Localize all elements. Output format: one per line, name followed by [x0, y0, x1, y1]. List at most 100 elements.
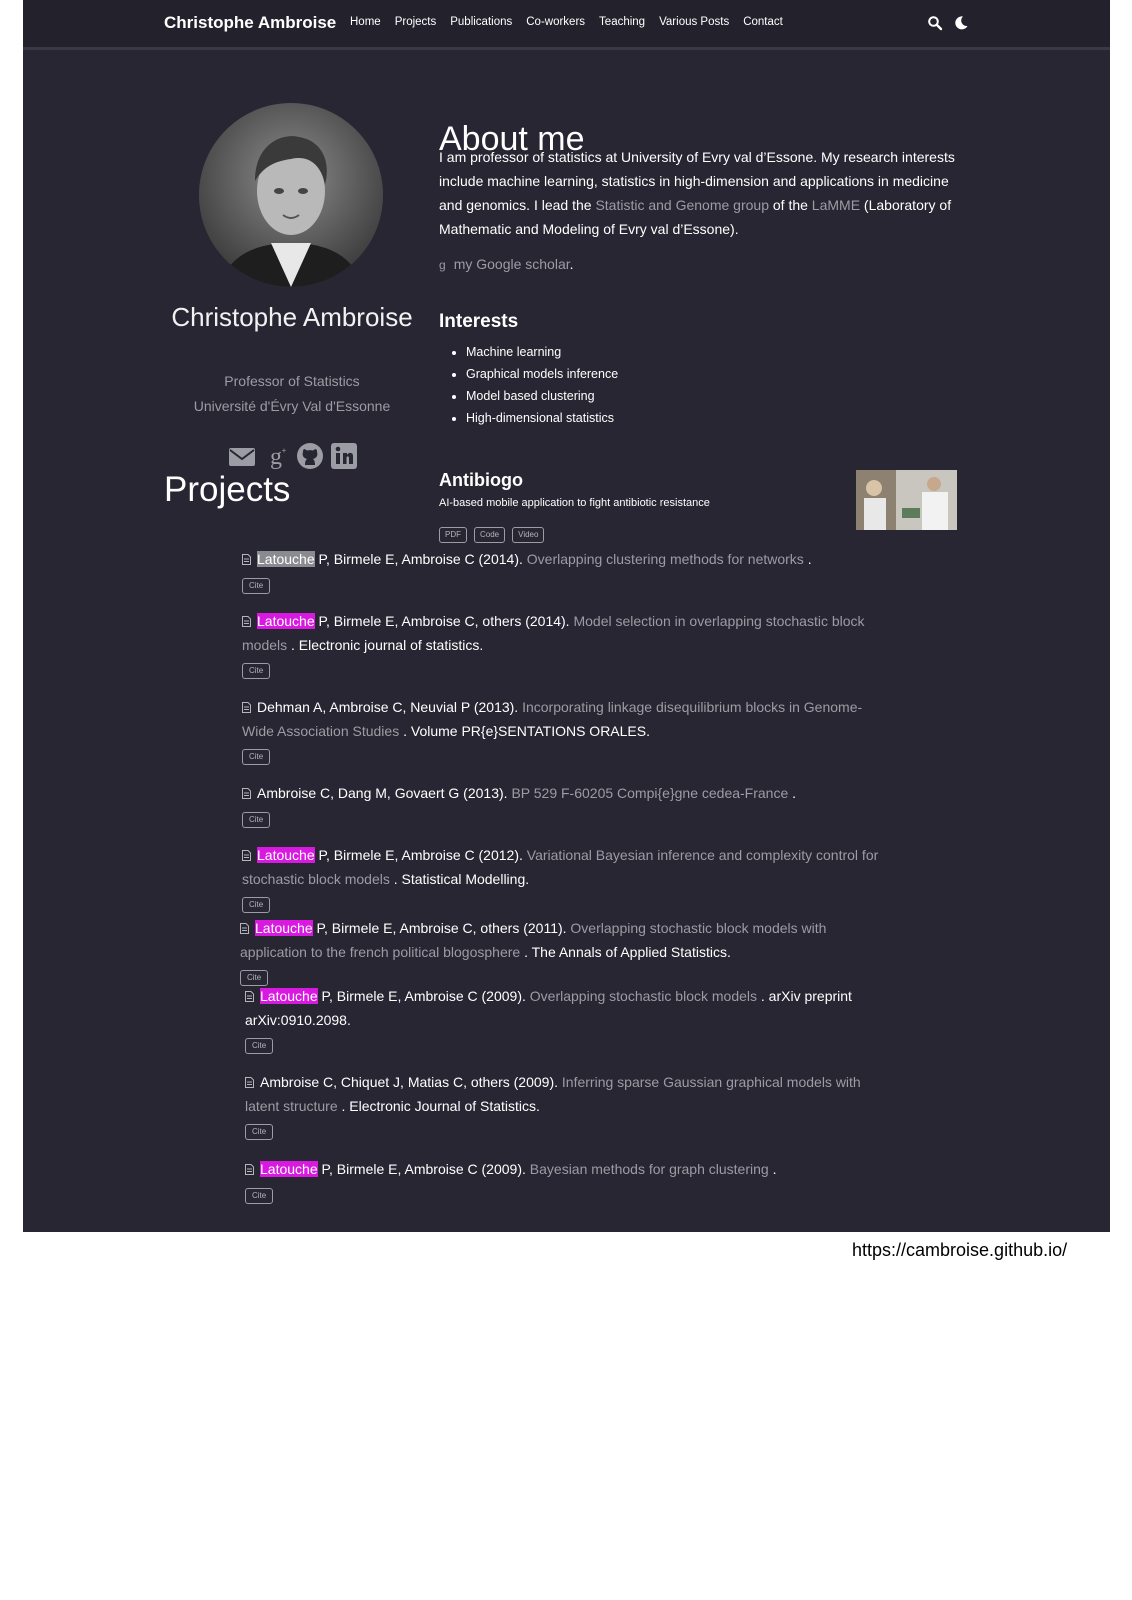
publication-venue: . Statistical Modelling. — [389, 870, 530, 887]
project-buttons: PDF Code Video — [439, 527, 545, 543]
document-icon — [245, 1077, 254, 1088]
nav-links: Home Projects Publications Co-workers Te… — [350, 16, 783, 28]
search-icon[interactable] — [927, 15, 943, 31]
cite-button[interactable]: Cite — [245, 1038, 274, 1054]
document-icon — [245, 991, 254, 1002]
project-thumbnail[interactable] — [856, 470, 957, 530]
cite-button[interactable]: Cite — [242, 897, 271, 913]
avatar — [199, 103, 383, 287]
document-icon — [242, 788, 251, 799]
publication-authors: P, Birmele E, Ambroise C, others (2011). — [312, 920, 571, 936]
pdf-button[interactable]: PDF — [439, 527, 467, 543]
google-scholar-icon[interactable]: g + — [262, 442, 290, 470]
nav-projects[interactable]: Projects — [395, 16, 437, 28]
project-description: AI-based mobile application to fight ant… — [439, 497, 710, 509]
publication-item: Latouche P, Birmele E, Ambroise C (2009)… — [245, 1158, 885, 1205]
statistic-genome-group-link[interactable]: Statistic and Genome group — [595, 197, 769, 213]
publication-venue: . Electronic Journal of Statistics. — [337, 1097, 540, 1114]
moon-icon[interactable] — [953, 15, 969, 31]
publication-authors: P, Birmele E, Ambroise C (2012). — [314, 847, 527, 863]
cite-button[interactable]: Cite — [245, 1124, 274, 1140]
document-icon — [242, 554, 251, 565]
lamme-link[interactable]: LaMME — [812, 197, 860, 213]
github-icon[interactable] — [296, 442, 324, 470]
author-highlight[interactable]: Latouche — [255, 920, 313, 936]
nav-home[interactable]: Home — [350, 16, 381, 28]
code-button[interactable]: Code — [474, 527, 506, 543]
publication-item: Latouche P, Birmele E, Ambroise C, other… — [240, 917, 880, 988]
publication-venue: . The Annals of Applied Statistics. — [520, 943, 731, 960]
document-icon — [245, 1164, 254, 1175]
publication-authors: Ambroise C, Dang M, Govaert G (2013). — [257, 785, 512, 801]
interest-item: High-dimensional statistics — [466, 407, 618, 429]
project-name[interactable]: Antibiogo — [439, 470, 523, 491]
interest-item: Model based clustering — [466, 385, 618, 407]
google-scholar-line: g my Google scholar. — [439, 256, 574, 272]
site-brand[interactable]: Christophe Ambroise — [164, 13, 336, 33]
publication-venue: . — [768, 1161, 777, 1177]
publication-title[interactable]: Overlapping stochastic block models — [530, 988, 757, 1004]
author-highlight[interactable]: Latouche — [260, 988, 318, 1004]
publication-title[interactable]: Overlapping clustering methods for netwo… — [527, 551, 804, 567]
interests-list: Machine learning Graphical models infere… — [439, 341, 618, 429]
video-button[interactable]: Video — [512, 527, 545, 543]
cite-button[interactable]: Cite — [242, 663, 271, 679]
document-icon — [240, 923, 249, 934]
publication-authors: Ambroise C, Chiquet J, Matias C, others … — [260, 1074, 562, 1090]
interest-item: Graphical models inference — [466, 363, 618, 385]
publication-authors: P, Birmele E, Ambroise C (2009). — [317, 988, 530, 1004]
cite-button[interactable]: Cite — [240, 970, 269, 986]
publication-item: Latouche P, Birmele E, Ambroise C, other… — [242, 610, 882, 681]
publication-title[interactable]: Bayesian methods for graph clustering — [530, 1161, 769, 1177]
document-icon — [242, 702, 251, 713]
publication-item: Ambroise C, Dang M, Govaert G (2013). BP… — [242, 782, 882, 829]
linkedin-icon[interactable] — [330, 442, 358, 470]
envelope-icon[interactable] — [228, 442, 256, 470]
google-scholar-small-icon: g — [439, 258, 446, 272]
about-text: I am professor of statistics at Universi… — [439, 145, 969, 241]
publication-item: Dehman A, Ambroise C, Neuvial P (2013). … — [242, 696, 882, 767]
publication-item: Latouche P, Birmele E, Ambroise C (2012)… — [242, 844, 882, 915]
publication-item: Ambroise C, Chiquet J, Matias C, others … — [245, 1071, 885, 1142]
document-icon — [242, 616, 251, 627]
nav-teaching[interactable]: Teaching — [599, 16, 645, 28]
author-highlight[interactable]: Latouche — [257, 613, 315, 629]
publication-venue: . — [788, 785, 797, 801]
scholar-period: . — [569, 256, 574, 272]
navbar: Christophe Ambroise Home Projects Public… — [23, 0, 1110, 50]
publication-title[interactable]: BP 529 F-60205 Compi{e}gne cedea-France — [511, 785, 788, 801]
cite-button[interactable]: Cite — [242, 577, 271, 594]
projects-title: Projects — [164, 470, 291, 509]
browser-viewport: Christophe Ambroise Home Projects Public… — [23, 0, 1110, 1232]
nav-coworkers[interactable]: Co-workers — [526, 16, 585, 28]
profile-name: Christophe Ambroise — [171, 302, 413, 332]
nav-various-posts[interactable]: Various Posts — [659, 16, 729, 28]
cite-button[interactable]: Cite — [242, 811, 271, 828]
interests-title: Interests — [439, 311, 519, 332]
publication-authors: P, Birmele E, Ambroise C (2014). — [314, 551, 527, 567]
publication-venue: . Volume PR{e}SENTATIONS ORALES. — [399, 722, 650, 739]
publication-venue: . — [803, 551, 812, 567]
social-links: g + — [228, 442, 358, 470]
author-highlight[interactable]: Latouche — [257, 847, 315, 863]
author-highlight[interactable]: Latouche — [257, 551, 315, 567]
profile-photo — [199, 103, 383, 287]
profile-role: Professor of Statistics — [224, 373, 360, 389]
cite-button[interactable]: Cite — [245, 1187, 274, 1204]
author-highlight[interactable]: Latouche — [260, 1161, 318, 1177]
cite-button[interactable]: Cite — [242, 749, 271, 765]
publication-item: Latouche P, Birmele E, Ambroise C (2014)… — [242, 548, 882, 595]
footer-url: https://cambroise.github.io/ — [852, 1240, 1068, 1260]
interest-item: Machine learning — [466, 341, 618, 363]
nav-publications[interactable]: Publications — [450, 16, 512, 28]
google-scholar-link[interactable]: my Google scholar — [454, 256, 570, 272]
publication-venue: . Electronic journal of statistics. — [287, 636, 484, 653]
about-text-part-2: of the — [768, 197, 812, 213]
document-icon — [242, 850, 251, 861]
svg-text:+: + — [282, 446, 287, 455]
profile-organization[interactable]: Université d'Évry Val d'Essonne — [164, 398, 420, 414]
nav-contact[interactable]: Contact — [743, 16, 783, 28]
publication-authors: Dehman A, Ambroise C, Neuvial P (2013). — [257, 699, 523, 715]
publication-authors: P, Birmele E, Ambroise C, others (2014). — [314, 613, 574, 629]
svg-text:g: g — [270, 444, 282, 470]
